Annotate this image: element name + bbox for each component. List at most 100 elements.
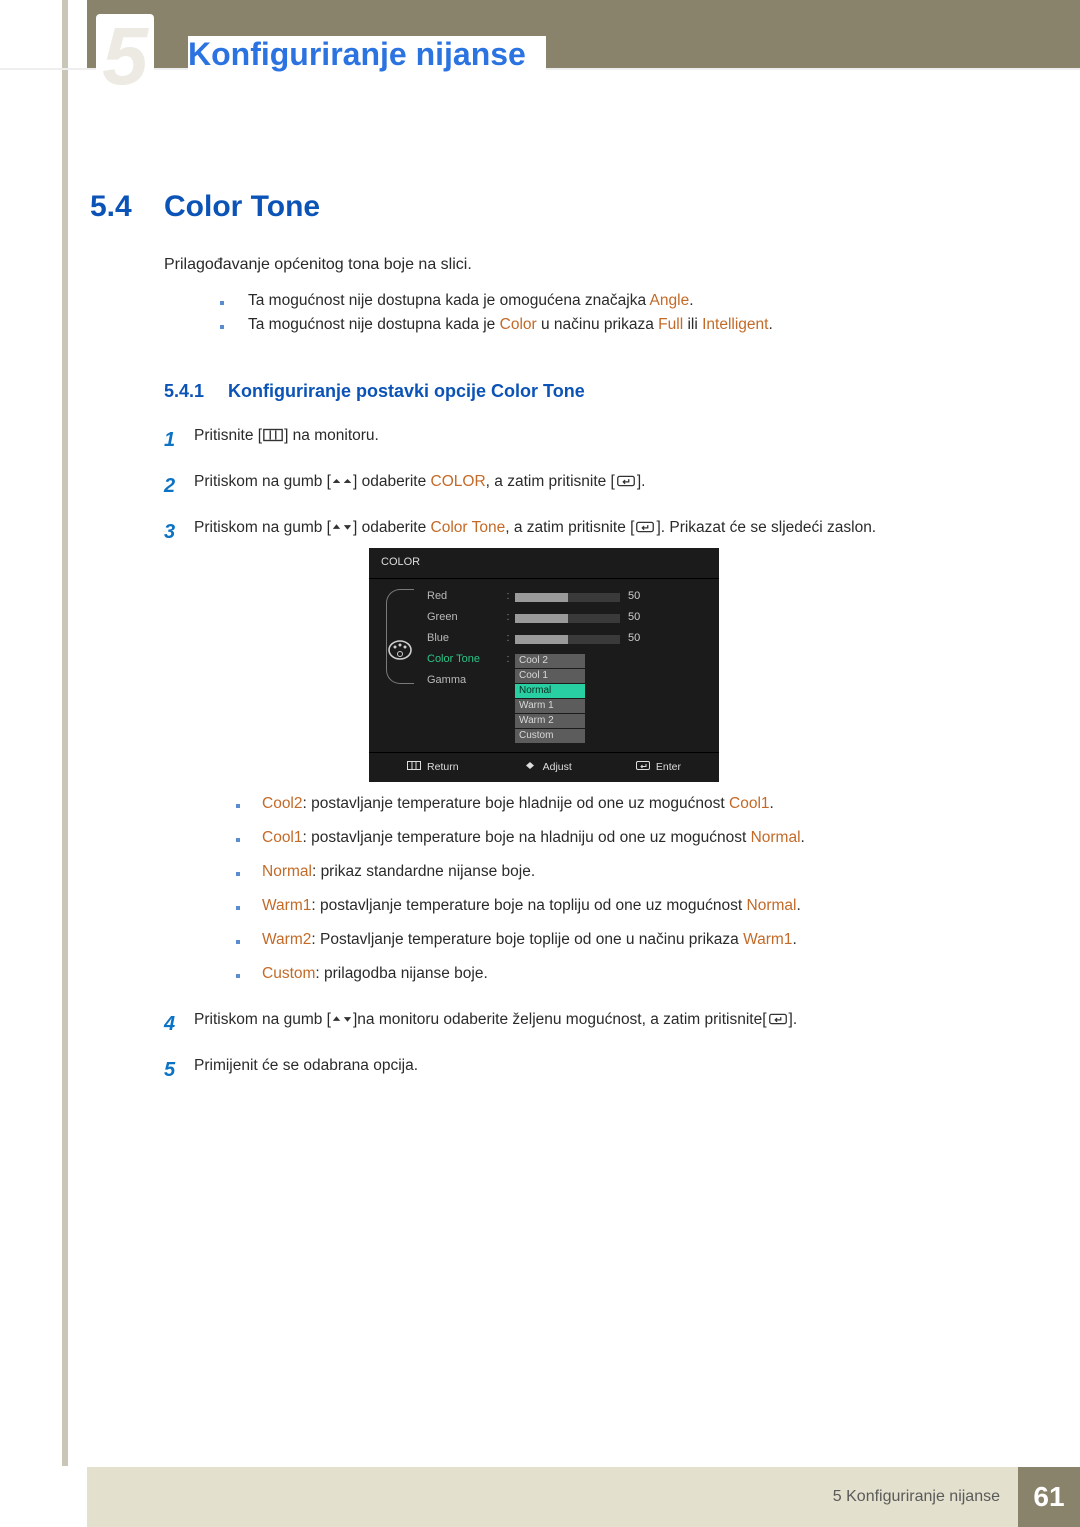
palette-icon: [386, 639, 414, 669]
step-item: 3 Pritiskom na gumb [] odaberite Color T…: [164, 514, 1020, 996]
section-number: 5.4: [90, 190, 132, 224]
note-text: Ta mogućnost nije dostupna kada je omogu…: [248, 292, 650, 309]
note-text: ili: [687, 316, 702, 333]
tone-name: Normal: [262, 863, 312, 880]
tone-ref: Warm1: [743, 931, 792, 948]
step-text: , a zatim pritisnite [: [505, 519, 634, 536]
osd-arc: [386, 589, 414, 684]
step-text: ] odaberite: [353, 519, 431, 536]
tone-text: .: [792, 931, 796, 948]
note-text: .: [768, 316, 772, 333]
chapter-title: Konfiguriranje nijanse: [188, 36, 546, 73]
step-text: Primijenit će se odabrana opcija.: [194, 1052, 1020, 1080]
osd-footer-label: Adjust: [543, 758, 572, 777]
osd-screenshot: COLOR Red:50 Green:50 Blue:50 Color Tone…: [369, 548, 719, 782]
menu-icon: [407, 758, 421, 777]
up-down-icon: [331, 1012, 353, 1026]
step-number: 4: [164, 1006, 194, 1042]
osd-row-label-selected: Color Tone: [427, 650, 501, 670]
section-intro: Prilagođavanje općenitog tona boje na sl…: [164, 256, 472, 274]
osd-option: Warm 2: [515, 714, 585, 728]
tone-item: Normal: prikaz standardne nijanse boje.: [236, 860, 1020, 884]
bullet-dot: [220, 301, 224, 305]
up-down-icon: [331, 520, 353, 534]
note-text: u načinu prikaza: [541, 316, 658, 333]
tone-ref: Normal: [751, 829, 801, 846]
osd-slider-value: 50: [628, 629, 640, 649]
osd-option-selected: Normal: [515, 684, 585, 698]
adjust-icon: [523, 758, 537, 777]
section-title: Color Tone: [164, 190, 320, 224]
tone-item: Warm1: postavljanje temperature boje na …: [236, 894, 1020, 918]
tone-descriptions: Cool2: postavljanje temperature boje hla…: [236, 792, 1020, 986]
osd-row-label: Gamma: [427, 671, 501, 691]
footer-gutter: [0, 1467, 87, 1527]
step-text: Pritisnite [: [194, 427, 262, 444]
tone-name: Warm2: [262, 931, 311, 948]
note-highlight: Color: [500, 316, 537, 333]
menu-icon: [262, 428, 284, 442]
tone-name: Warm1: [262, 897, 311, 914]
enter-icon: [634, 520, 656, 534]
up-down-icon: [331, 474, 353, 488]
page-footer: 5 Konfiguriranje nijanse 61: [87, 1467, 1080, 1527]
step-text: Pritiskom na gumb [: [194, 473, 331, 490]
osd-footer-label: Enter: [656, 758, 681, 777]
note-highlight: Angle: [650, 292, 690, 309]
osd-row-label: Green: [427, 608, 501, 628]
subsection-number: 5.4.1: [164, 381, 204, 402]
note-highlight: Intelligent: [702, 316, 768, 333]
step-text: ].: [789, 1011, 798, 1028]
osd-slider: [515, 614, 620, 623]
note-line: Ta mogućnost nije dostupna kada je omogu…: [164, 292, 1000, 310]
subsection-title: Konfiguriranje postavki opcije Color Ton…: [228, 381, 585, 402]
osd-row-label: Red: [427, 587, 501, 607]
osd-row-label: Blue: [427, 629, 501, 649]
osd-slider-value: 50: [628, 587, 640, 607]
tone-text: .: [770, 795, 774, 812]
step-text: Pritiskom na gumb [: [194, 1011, 331, 1028]
step-text: ]. Prikazat će se sljedeći zaslon.: [656, 519, 876, 536]
osd-slider: [515, 635, 620, 644]
chapter-number-bg: 5: [96, 16, 154, 98]
step-item: 1 Pritisnite [ ] na monitoru.: [164, 422, 1020, 458]
step-item: 5 Primijenit će se odabrana opcija.: [164, 1052, 1020, 1088]
osd-option: Custom: [515, 729, 585, 743]
step-highlight: COLOR: [431, 473, 486, 490]
tone-name: Custom: [262, 965, 315, 982]
enter-icon: [767, 1012, 789, 1026]
step-number: 1: [164, 422, 194, 458]
tone-text: : postavljanje temperature boje na topli…: [311, 897, 746, 914]
tone-name: Cool2: [262, 795, 303, 812]
page-number: 61: [1018, 1467, 1080, 1527]
osd-option: Cool 1: [515, 669, 585, 683]
tone-item: Warm2: Postavljanje temperature boje top…: [236, 928, 1020, 952]
step-highlight: Color Tone: [431, 519, 506, 536]
step-text: , a zatim pritisnite [: [486, 473, 615, 490]
tone-ref: Cool1: [729, 795, 770, 812]
osd-slider: [515, 593, 620, 602]
note-text: .: [689, 292, 693, 309]
footer-text: 5 Konfiguriranje nijanse: [833, 1488, 1000, 1506]
osd-options: Cool 2 Cool 1 Normal Warm 1 Warm 2 Custo…: [515, 654, 585, 743]
tone-text: .: [796, 897, 800, 914]
step-number: 3: [164, 514, 194, 550]
tone-text: .: [801, 829, 805, 846]
tone-item: Cool2: postavljanje temperature boje hla…: [236, 792, 1020, 816]
osd-footer-label: Return: [427, 758, 459, 777]
tone-text: : prilagodba nijanse boje.: [315, 965, 487, 982]
osd-title: COLOR: [369, 548, 719, 579]
tone-text: : postavljanje temperature boje na hladn…: [303, 829, 751, 846]
step-number: 5: [164, 1052, 194, 1088]
tone-name: Cool1: [262, 829, 303, 846]
step-text: ].: [637, 473, 646, 490]
note-highlight: Full: [658, 316, 683, 333]
section-notes: Ta mogućnost nije dostupna kada je omogu…: [164, 292, 1000, 340]
enter-icon: [615, 474, 637, 488]
step-text: ] na monitoru.: [284, 427, 379, 444]
step-item: 4 Pritiskom na gumb []na monitoru odaber…: [164, 1006, 1020, 1042]
tone-item: Cool1: postavljanje temperature boje na …: [236, 826, 1020, 850]
step-number: 2: [164, 468, 194, 504]
note-line: Ta mogućnost nije dostupna kada je Color…: [164, 316, 1000, 334]
step-item: 2 Pritiskom na gumb [] odaberite COLOR, …: [164, 468, 1020, 504]
